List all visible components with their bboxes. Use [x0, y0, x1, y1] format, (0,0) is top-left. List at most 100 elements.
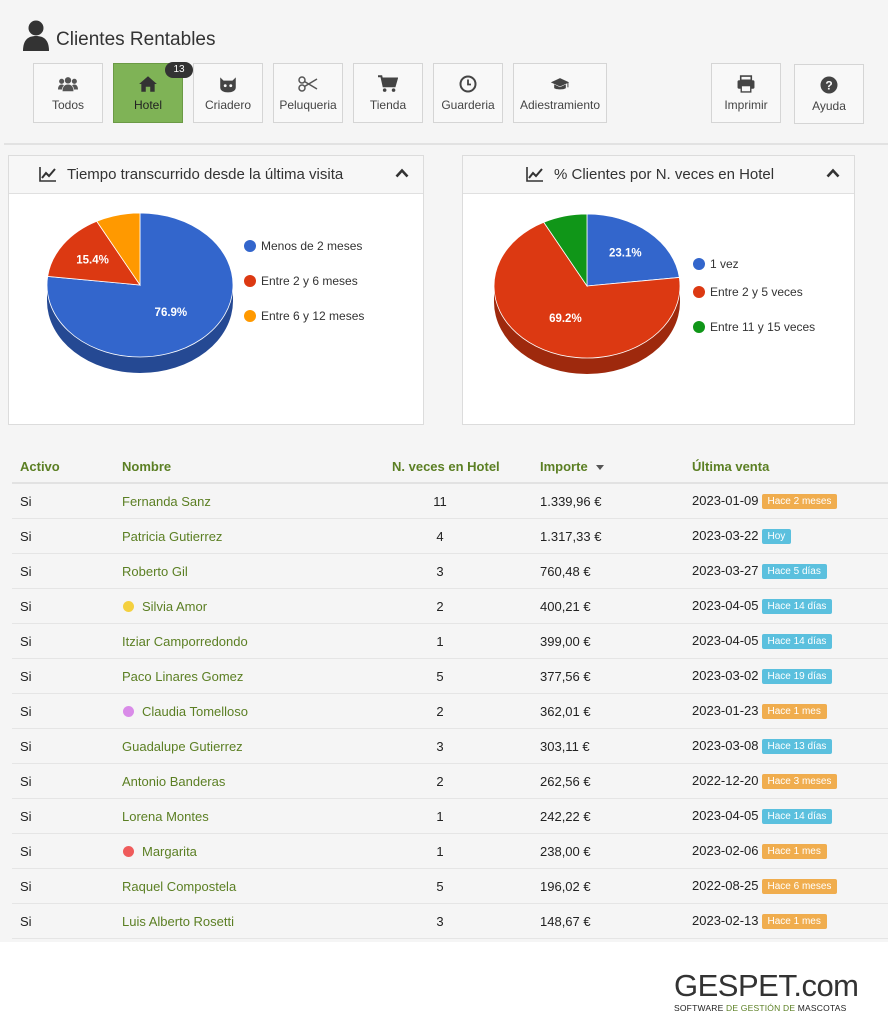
clients-table: Activo Nombre N. veces en Hotel Importe …	[12, 449, 888, 939]
table-row[interactable]: Si Guadalupe Gutierrez 3 303,11 € 2023-03-08…	[12, 729, 888, 764]
toolbar-button-tienda[interactable]: Tienda	[353, 63, 423, 123]
cell-nombre-link[interactable]: Guadalupe Gutierrez	[122, 739, 243, 754]
table-row[interactable]: Si Fernanda Sanz 11 1.339,96 € 2023-01-09 Hac…	[12, 484, 888, 519]
time-ago-badge: Hace 6 meses	[761, 879, 838, 894]
cell-activo: Si	[20, 704, 32, 719]
cell-veces: 1	[436, 844, 444, 859]
table-row[interactable]: Si Claudia Tomelloso 2 362,01 € 2023-01-23 Ha…	[12, 694, 888, 729]
client-marker-dot	[123, 846, 134, 857]
cell-fecha: 2023-02-13	[692, 913, 759, 928]
cell-nombre-link[interactable]: Patricia Gutierrez	[122, 529, 222, 544]
cell-importe: 196,02 €	[540, 879, 591, 894]
chevron-up-icon[interactable]	[826, 168, 840, 178]
cell-nombre-link[interactable]: Itziar Camporredondo	[122, 634, 248, 649]
cell-ultima-venta: 2023-01-23 Hace 1 mes	[692, 703, 827, 719]
help-icon: ?	[820, 76, 838, 93]
table-row[interactable]: Si Luis Alberto Rosetti 3 148,67 € 2023-02-1…	[12, 904, 888, 939]
toolbar-button-imprimir[interactable]: Imprimir	[711, 63, 781, 123]
toolbar-button-criadero[interactable]: Criadero	[193, 63, 263, 123]
cell-veces: 1	[436, 634, 444, 649]
table-row[interactable]: Si Raquel Compostela 5 196,02 € 2022-08-25 Ha…	[12, 869, 888, 904]
cell-fecha: 2023-03-08	[692, 738, 759, 753]
page-title: Clientes Rentables	[56, 29, 216, 50]
cell-nombre-link[interactable]: Roberto Gil	[122, 564, 188, 579]
cell-nombre-link[interactable]: Paco Linares Gomez	[122, 669, 243, 684]
cell-importe: 242,22 €	[540, 809, 591, 824]
cell-nombre-link[interactable]: Raquel Compostela	[122, 879, 236, 894]
cell-nombre-link[interactable]: Luis Alberto Rosetti	[122, 914, 234, 929]
legend-item[interactable]: Menos de 2 meses	[244, 239, 362, 253]
cell-fecha: 2023-04-05	[692, 598, 759, 613]
legend-item[interactable]: 1 vez	[693, 257, 739, 271]
cell-activo: Si	[20, 879, 32, 894]
logo-tagline-c: MASCOTAS	[797, 1003, 847, 1013]
toolbar-button-ayuda[interactable]: ? Ayuda	[794, 64, 864, 124]
client-marker-dot	[123, 601, 134, 612]
graduation-cap-icon	[550, 77, 570, 89]
cell-activo: Si	[20, 564, 32, 579]
cell-nombre-link[interactable]: Fernanda Sanz	[122, 494, 211, 509]
column-header-veces[interactable]: N. veces en Hotel	[392, 459, 500, 474]
cell-nombre: Paco Linares Gomez	[122, 669, 244, 684]
cell-veces: 2	[436, 704, 444, 719]
toolbar-button-adiestramiento[interactable]: Adiestramiento	[513, 63, 607, 123]
table-row[interactable]: Si Paco Linares Gomez 5 377,56 € 2023-03-02 H…	[12, 659, 888, 694]
cell-nombre-link[interactable]: Silvia Amor	[122, 599, 207, 614]
table-row[interactable]: Si Itziar Camporredondo 1 399,00 € 2023-04-0…	[12, 624, 888, 659]
hotel-count-badge: 13	[165, 62, 193, 78]
line-chart-icon	[526, 167, 543, 182]
cell-activo: Si	[20, 809, 32, 824]
cell-veces: 1	[436, 809, 444, 824]
toolbar-label: Tienda	[369, 97, 407, 112]
cell-nombre-link[interactable]: Lorena Montes	[122, 809, 209, 824]
legend-item[interactable]: Entre 6 y 12 meses	[244, 309, 364, 323]
legend-label: Entre 11 y 15 veces	[710, 320, 816, 334]
pie-value-label: 23.1%	[609, 248, 642, 260]
cell-activo: Si	[20, 529, 32, 544]
table-row[interactable]: Si Lorena Montes 1 242,22 € 2023-04-05 Hace 1…	[12, 799, 888, 834]
table-row[interactable]: Si Silvia Amor 2 400,21 € 2023-04-05 Hace 14 …	[12, 589, 888, 624]
legend-color-dot	[693, 286, 705, 298]
sort-desc-icon	[595, 465, 604, 471]
cell-nombre-link[interactable]: Claudia Tomelloso	[122, 704, 248, 719]
logo-tagline: SOFTWARE DE GESTIÓN DE MASCOTAS	[674, 1003, 859, 1013]
legend-item[interactable]: Entre 11 y 15 veces	[693, 320, 815, 334]
cell-nombre: Luis Alberto Rosetti	[122, 914, 235, 929]
cell-veces: 2	[436, 599, 444, 614]
cell-importe: 1.317,33 €	[540, 529, 602, 544]
home-icon	[139, 75, 157, 92]
legend-item[interactable]: Entre 2 y 6 meses	[244, 274, 358, 288]
column-header-importe[interactable]: Importe	[540, 459, 604, 474]
toolbar-button-guarderia[interactable]: Guarderia	[433, 63, 503, 123]
cell-nombre-link[interactable]: Antonio Banderas	[122, 774, 225, 789]
table-row[interactable]: Si Roberto Gil 3 760,48 € 2023-03-27 Hace 5 d…	[12, 554, 888, 589]
legend-label: 1 vez	[710, 257, 739, 271]
time-ago-badge: Hace 1 mes	[761, 914, 827, 929]
cell-veces: 3	[436, 564, 444, 579]
pie-value-label: 69.2%	[549, 313, 582, 325]
column-header-nombre[interactable]: Nombre	[122, 459, 171, 474]
toolbar-button-todos[interactable]: Todos	[33, 63, 103, 123]
cell-fecha: 2023-02-06	[692, 843, 759, 858]
time-ago-badge: Hace 5 días	[761, 564, 827, 579]
toolbar-button-peluqueria[interactable]: Peluqueria	[273, 63, 343, 123]
column-header-activo[interactable]: Activo	[20, 459, 60, 474]
legend-item[interactable]: Entre 2 y 5 veces	[693, 285, 803, 299]
cell-ultima-venta: 2023-03-08 Hace 13 días	[692, 738, 833, 754]
cell-nombre: Lorena Montes	[122, 809, 209, 824]
toolbar-label: Guarderia	[441, 97, 495, 112]
time-ago-badge: Hace 14 días	[761, 809, 833, 824]
cell-activo: Si	[20, 669, 32, 684]
cell-importe: 760,48 €	[540, 564, 591, 579]
column-header-ultima-venta[interactable]: Última venta	[692, 459, 769, 474]
table-row[interactable]: Si Margarita 1 238,00 € 2023-02-06 Hace 1 mes	[12, 834, 888, 869]
svg-text:?: ?	[825, 78, 832, 92]
table-row[interactable]: Si Patricia Gutierrez 4 1.317,33 € 2023-03-2…	[12, 519, 888, 554]
chevron-up-icon[interactable]	[395, 168, 409, 178]
cell-ultima-venta: 2023-04-05 Hace 14 días	[692, 808, 833, 824]
scissors-icon	[298, 75, 318, 92]
table-row[interactable]: Si Antonio Banderas 2 262,56 € 2022-12-20 Hac…	[12, 764, 888, 799]
client-marker-dot	[123, 706, 134, 717]
cell-nombre-link[interactable]: Margarita	[122, 844, 197, 859]
chart-legend: Menos de 2 meses Entre 2 y 6 meses Entre 6…	[244, 239, 419, 329]
